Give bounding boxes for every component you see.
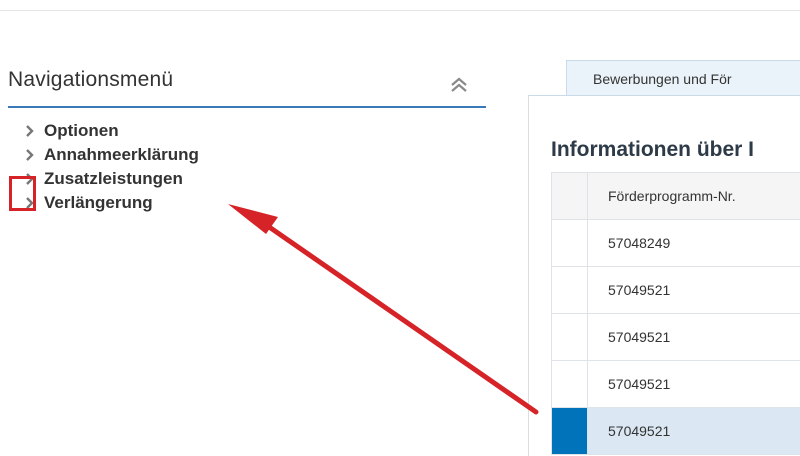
program-number: 57049521 [588,376,800,392]
table-cell-program-number: 57048249 [588,220,800,267]
nav-item-optionen[interactable]: Optionen [22,120,199,144]
row-selector[interactable] [552,220,588,267]
program-number: 57049521 [588,423,800,439]
row-selector[interactable] [552,314,588,361]
table-cell-program-number: 57049521 [588,361,800,408]
navigation-list: Optionen Annahmeerklärung Zusatzleistung… [22,120,199,216]
row-selector[interactable] [552,408,588,455]
navigation-title: Navigationsmenü [8,68,173,92]
section-title: Informationen über I [551,138,754,162]
nav-item-label: Optionen [44,121,119,140]
program-number: 57048249 [588,235,800,251]
nav-item-label: Annahmeerklärung [44,145,199,164]
row-selector[interactable] [552,361,588,408]
table-row-selected[interactable]: 57049521 [552,408,800,455]
table-cell-program-number: 57049521 [588,408,800,455]
navigation-header: Navigationsmenü [8,60,486,108]
table-header-row: Förderprogramm-Nr. [552,173,800,220]
nav-item-verlaengerung[interactable]: Verlängerung [22,192,199,216]
chevron-right-icon[interactable] [24,120,36,142]
table-row[interactable]: 57049521 [552,267,800,314]
program-number: 57049521 [588,329,800,345]
nav-item-annahmeerklaerung[interactable]: Annahmeerklärung [22,144,199,168]
program-number: 57049521 [588,282,800,298]
double-chevron-up-icon[interactable] [448,74,470,96]
content-panel: Informationen über I Förderprogramm-Nr. … [528,95,800,456]
top-divider [0,10,800,11]
chevron-right-icon[interactable] [24,192,36,214]
table-row[interactable]: 57049521 [552,314,800,361]
column-header-foerderprogramm[interactable]: Förderprogramm-Nr. [588,173,800,220]
navigation-panel: Navigationsmenü Optionen Annahmeerklärun… [8,60,486,108]
column-header-label: Förderprogramm-Nr. [588,188,800,204]
funding-program-table: Förderprogramm-Nr. 57048249 57049521 [551,172,800,455]
row-selector[interactable] [552,267,588,314]
nav-item-label: Zusatzleistungen [44,169,183,188]
tab-bewerbungen[interactable]: Bewerbungen und För [566,60,800,96]
selection-column-header [552,173,588,220]
nav-item-label: Verlängerung [44,193,153,212]
table-row[interactable]: 57048249 [552,220,800,267]
table-cell-program-number: 57049521 [588,314,800,361]
nav-item-zusatzleistungen[interactable]: Zusatzleistungen [22,168,199,192]
table-row[interactable]: 57049521 [552,361,800,408]
table-cell-program-number: 57049521 [588,267,800,314]
chevron-right-icon[interactable] [24,144,36,166]
chevron-right-icon[interactable] [24,168,36,190]
